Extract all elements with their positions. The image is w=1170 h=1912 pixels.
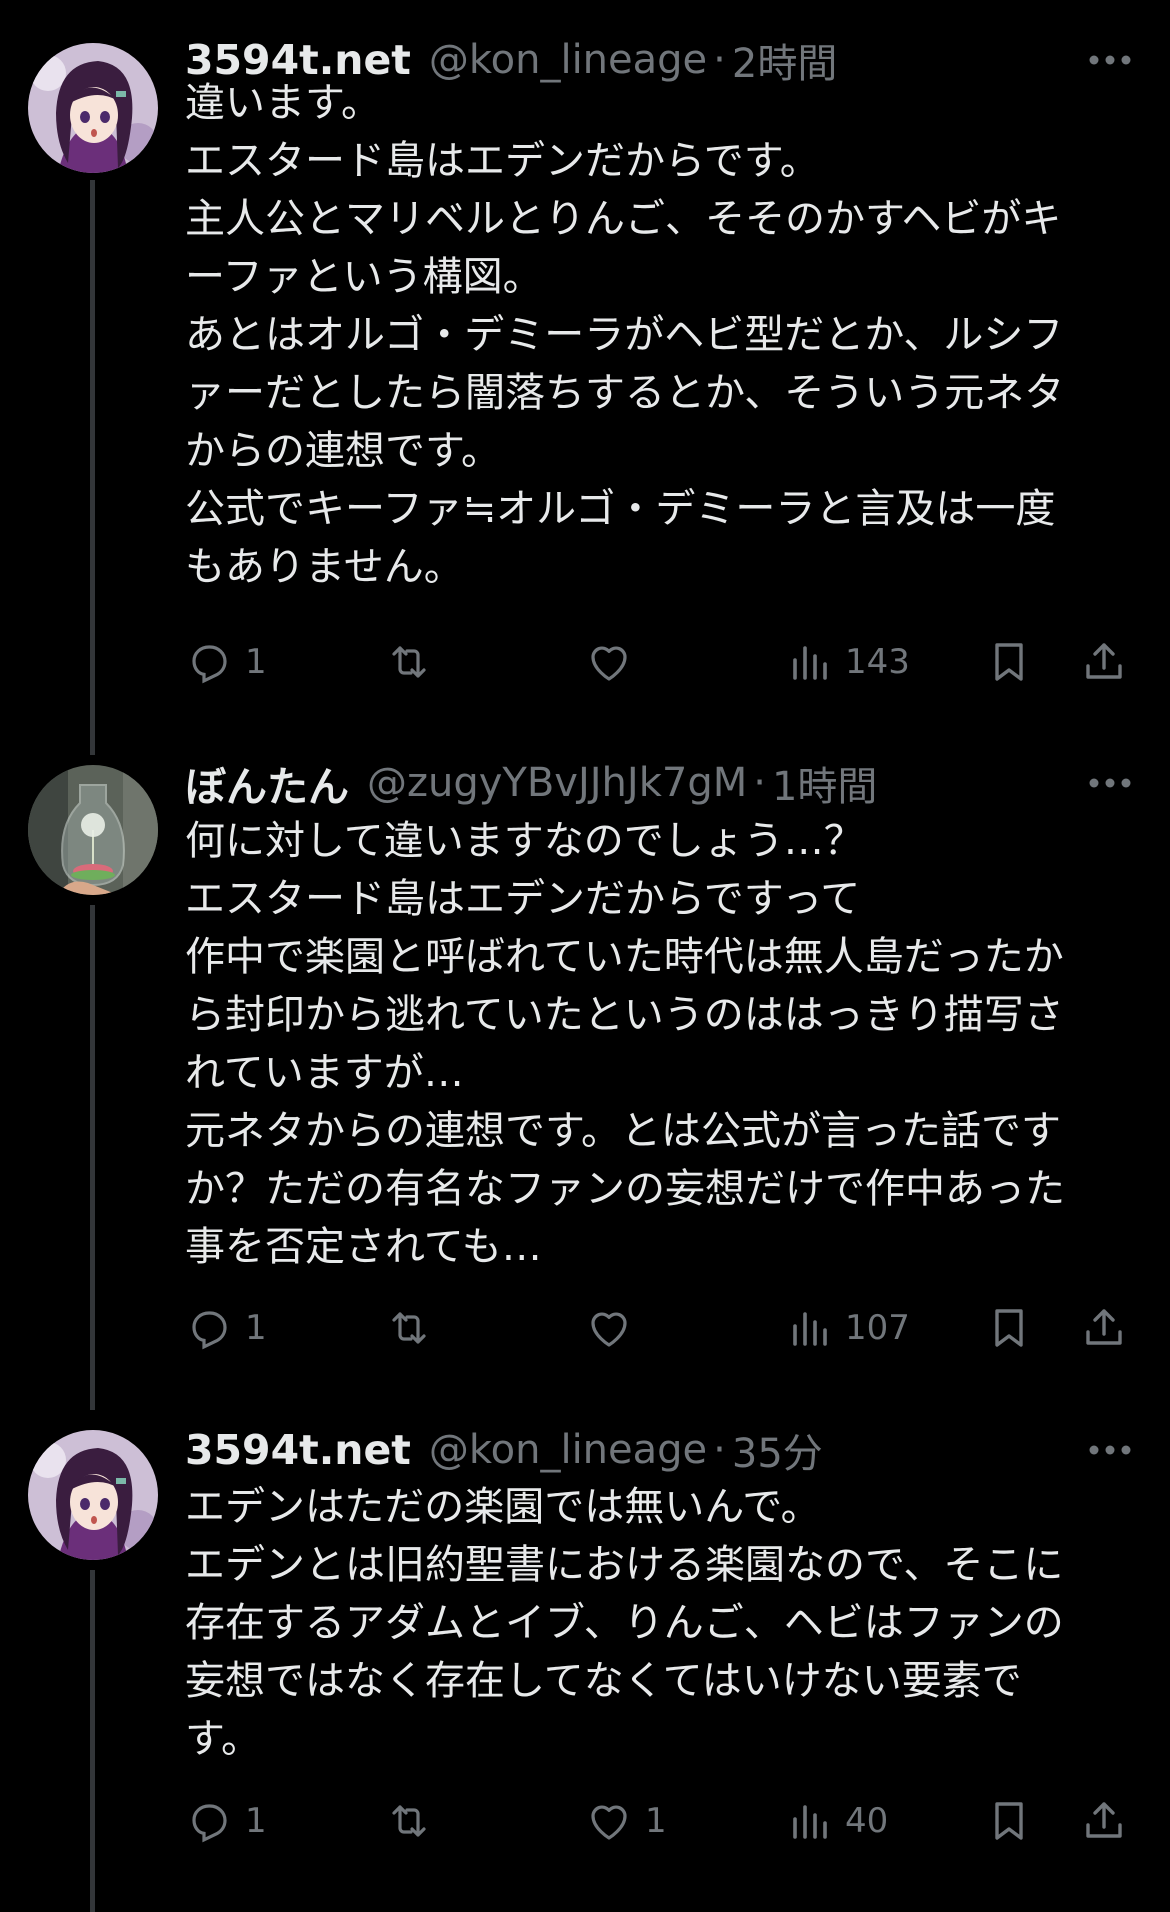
tweet-text-line: 元ネタからの連想です。とは公式が言った話です: [185, 1108, 1061, 1154]
like-button[interactable]: 1: [585, 1793, 667, 1849]
user-handle[interactable]: @kon_lineage: [429, 1427, 707, 1473]
tweet-text-line: エデンはただの楽園では無いんで。: [185, 1484, 821, 1530]
tweet-actions: 1 1 40: [185, 1793, 1145, 1849]
bookmark-button[interactable]: [985, 1300, 1033, 1356]
like-button[interactable]: [585, 1300, 645, 1356]
retweet-icon: [392, 646, 426, 678]
more-options-button[interactable]: [1082, 755, 1138, 811]
anime-girl-avatar-image: [28, 1430, 158, 1560]
reply-button[interactable]: 1: [185, 1793, 267, 1849]
tweet-text-line: す。: [185, 1716, 261, 1762]
like-count: 1: [645, 1801, 667, 1841]
tweet-text-line: もありません。: [185, 544, 464, 590]
tweet-text-line: エスタード島はエデンだからですって: [185, 876, 861, 922]
bookmark-icon: [995, 643, 1023, 681]
view-count: 40: [845, 1801, 889, 1841]
reply-icon: [192, 1311, 227, 1350]
tweet[interactable]: 3594t.net @kon_lineage · 2時間 違います。 エスタード…: [0, 0, 1170, 720]
retweet-button[interactable]: [385, 1300, 445, 1356]
tweet-text-line: ァーだとしたら闇落ちするとか、そういう元ネタ: [185, 370, 1065, 416]
view-count: 107: [845, 1308, 910, 1348]
tweet-actions: 1 107: [185, 1300, 1145, 1356]
tweet-text-line: 存在するアダムとイブ、りんご、ヘビはファンの: [185, 1600, 1064, 1646]
separator-dot: ·: [713, 1427, 726, 1473]
avatar[interactable]: [28, 43, 158, 173]
anime-girl-avatar-image: [28, 43, 158, 173]
share-icon: [1086, 643, 1122, 679]
timestamp[interactable]: 1時間: [772, 754, 877, 812]
tweet-text-line: エスタード島はエデンだからです。: [185, 138, 820, 184]
tweet[interactable]: ぼんたん @zugyYBvJJhJk7gM · 1時間 何に対して違いますなので…: [0, 720, 1170, 1385]
tweet-text: 何に対して違いますなのでしょう…？ エスタード島はエデンだからですって 作中で楽…: [185, 812, 1125, 1276]
share-icon: [1086, 1309, 1122, 1345]
retweet-button[interactable]: [385, 1793, 445, 1849]
reply-button[interactable]: 1: [185, 1300, 267, 1356]
share-button[interactable]: [1080, 634, 1128, 690]
views-chart-icon: [793, 1312, 827, 1346]
retweet-icon: [392, 1805, 426, 1837]
bookmark-button[interactable]: [985, 634, 1033, 690]
views-chart-icon: [793, 1805, 827, 1839]
tweet-text-line: 主人公とマリベルとりんご、そそのかすヘビがキ: [185, 196, 1062, 242]
tweet-text-line: か？ただの有名なファンの妄想だけで作中あった: [185, 1166, 1065, 1212]
reply-button[interactable]: 1: [185, 634, 267, 690]
tweet-text: エデンはただの楽園では無いんで。 エデンとは旧約聖書における楽園なので、そこに …: [185, 1478, 1125, 1768]
more-dots-icon: [1089, 55, 1131, 65]
share-icon: [1086, 1802, 1122, 1838]
more-dots-icon: [1089, 778, 1131, 788]
reply-count: 1: [245, 1801, 267, 1841]
reply-count: 1: [245, 642, 267, 682]
views-chart-icon: [793, 646, 827, 680]
reply-icon: [192, 1804, 227, 1843]
reply-count: 1: [245, 1308, 267, 1348]
views-button[interactable]: 40: [785, 1793, 888, 1849]
share-button[interactable]: [1080, 1793, 1128, 1849]
tweet-text-line: 公式でキーファ≒オルゴ・デミーラと言及は一度: [185, 486, 1056, 532]
display-name[interactable]: 3594t.net: [185, 1426, 411, 1474]
tweet-text-line: からの連想です。: [185, 428, 501, 474]
tweet-text-line: 何に対して違いますなのでしょう…？: [185, 818, 864, 864]
tweet-text-line: 違います。: [185, 80, 381, 126]
avatar[interactable]: [28, 1430, 158, 1560]
display-name[interactable]: ぼんたん: [185, 753, 349, 813]
user-handle[interactable]: @zugyYBvJJhJk7gM: [367, 760, 747, 806]
tweet-text-line: あとはオルゴ・デミーラがヘビ型だとか、ルシフ: [185, 312, 1064, 358]
views-button[interactable]: 143: [785, 634, 910, 690]
tweet-header: ぼんたん @zugyYBvJJhJk7gM · 1時間: [185, 755, 877, 811]
like-button[interactable]: [585, 634, 645, 690]
heart-icon: [591, 1312, 627, 1347]
bookmark-icon: [995, 1309, 1023, 1347]
more-options-button[interactable]: [1082, 1422, 1138, 1478]
views-button[interactable]: 107: [785, 1300, 910, 1356]
separator-dot: ·: [753, 760, 766, 806]
retweet-icon: [392, 1312, 426, 1344]
tweet-text-line: エデンとは旧約聖書における楽園なので、そこに: [185, 1542, 1064, 1588]
dandelion-bottle-avatar-image: [28, 765, 158, 895]
tweet-text-line: ーファという構図。: [185, 254, 543, 300]
retweet-button[interactable]: [385, 634, 445, 690]
view-count: 143: [845, 642, 910, 682]
tweet-text: 違います。 エスタード島はエデンだからです。 主人公とマリベルとりんご、そそのか…: [185, 74, 1125, 596]
tweet-text-line: ら封印から逃れていたというのははっきり描写さ: [185, 992, 1064, 1038]
tweet-text-line: れていますが…: [185, 1050, 464, 1096]
share-button[interactable]: [1080, 1300, 1128, 1356]
heart-icon: [591, 646, 627, 681]
tweet-text-line: 作中で楽園と呼ばれていた時代は無人島だったか: [185, 934, 1064, 980]
reply-icon: [192, 645, 227, 684]
tweet-header: 3594t.net @kon_lineage · 35分: [185, 1422, 823, 1478]
bookmark-icon: [995, 1802, 1023, 1840]
tweet[interactable]: 3594t.net @kon_lineage · 35分 エデンはただの楽園では…: [0, 1385, 1170, 1912]
avatar[interactable]: [28, 765, 158, 895]
timestamp[interactable]: 35分: [732, 1421, 823, 1479]
more-dots-icon: [1089, 1445, 1131, 1455]
heart-icon: [591, 1805, 627, 1840]
tweet-actions: 1 143: [185, 634, 1145, 690]
bookmark-button[interactable]: [985, 1793, 1033, 1849]
tweet-text-line: 事を否定されても…: [185, 1224, 542, 1270]
tweet-text-line: 妄想ではなく存在してなくてはいけない要素で: [185, 1658, 1022, 1704]
